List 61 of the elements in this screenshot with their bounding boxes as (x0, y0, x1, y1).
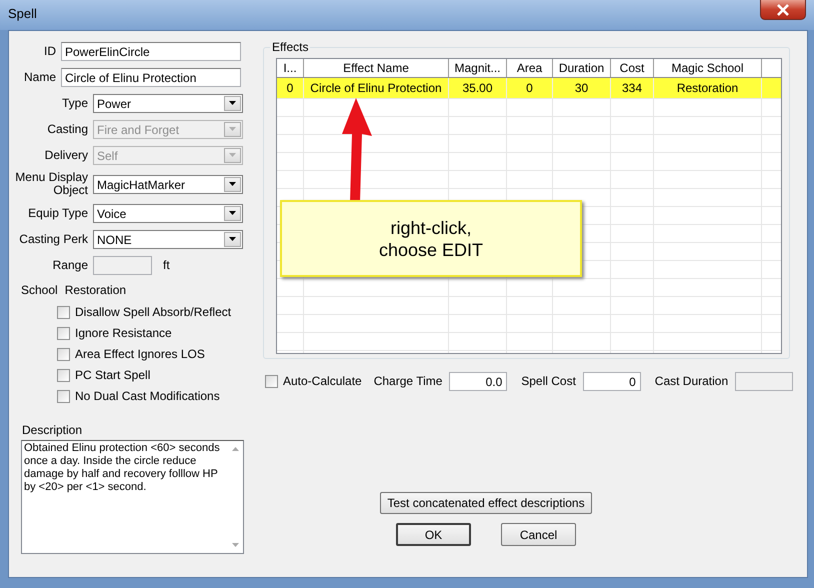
unit-label: ft (163, 258, 170, 272)
table-cell: 334 (611, 78, 654, 98)
text-field[interactable]: Circle of Elinu Protection (61, 68, 241, 86)
table-cell: 30 (553, 78, 611, 98)
caret-icon (229, 153, 236, 157)
field-label: ID (43, 44, 56, 58)
caret-icon (229, 127, 236, 131)
caret-icon (229, 182, 236, 186)
field-label: Casting Perk (18, 232, 88, 246)
checkbox[interactable] (57, 306, 70, 318)
group-title: Effects (270, 40, 310, 54)
table-cell: 35.00 (449, 78, 507, 98)
field-label: School (21, 283, 58, 297)
dialog-button[interactable]: OK (396, 523, 471, 546)
dropdown[interactable]: NONE (93, 230, 243, 248)
field-label: Description (22, 423, 84, 437)
caret-icon (229, 101, 236, 105)
caret-icon (229, 237, 236, 241)
table-row[interactable]: 0 Circle of Elinu Protection 35.00 0 30 334 Restoration (277, 78, 781, 99)
caret-icon (229, 211, 236, 215)
field-label: Range (52, 258, 88, 272)
dropdown[interactable]: MagicHatMarker (93, 174, 243, 194)
field-label: Equip Type (27, 206, 88, 220)
field-value: Restoration (64, 283, 126, 297)
close-button[interactable] (760, 0, 806, 20)
checkbox[interactable] (57, 348, 70, 360)
number-field[interactable]: 0 (582, 372, 641, 390)
checkbox-label: Ignore Resistance (75, 326, 172, 340)
field-label: Casting (46, 122, 88, 136)
table-cell: 0 (277, 78, 304, 98)
scroll-down-icon[interactable] (232, 543, 239, 547)
number-field[interactable]: 0.0 (449, 372, 508, 390)
checkbox-label: No Dual Cast Modifications (75, 389, 220, 403)
text-field[interactable]: PowerElinCircle (61, 42, 241, 60)
dialog-button[interactable]: Cancel (501, 523, 576, 546)
field-label: Type (60, 96, 88, 110)
close-icon (776, 4, 790, 16)
checkbox-label: Disallow Spell Absorb/Reflect (75, 305, 232, 319)
field-label: Name (22, 70, 56, 84)
field-label: Menu Display Object (14, 171, 88, 197)
checkbox-label: Auto-Calculate (283, 374, 362, 388)
test-button[interactable]: Test concatenated effect descriptions (380, 492, 592, 514)
checkbox-label: Area Effect Ignores LOS (75, 347, 205, 361)
description-field[interactable]: Obtained Elinu protection <60> seconds once a day. Inside the circle reduce damage by half and recovery folllow HP by <20> per <1> second. (21, 440, 244, 554)
checkbox-label: PC Start Spell (75, 368, 150, 382)
checkbox[interactable] (57, 368, 70, 382)
scroll-up-icon[interactable] (232, 447, 239, 451)
table-cell: 0 (507, 78, 553, 98)
dropdown[interactable]: Voice (93, 204, 243, 222)
table-cell: Restoration (654, 78, 762, 98)
checkbox[interactable] (57, 390, 70, 402)
checkbox[interactable] (57, 326, 70, 340)
field-label: Spell Cost (521, 374, 576, 388)
field-label: Delivery (44, 148, 88, 162)
callout-note: right-click, choose EDIT (280, 200, 582, 277)
window-title: Spell (8, 6, 37, 21)
field-label: Charge Time (374, 374, 442, 388)
table-cell: Circle of Elinu Protection (304, 78, 449, 98)
checkbox[interactable] (265, 374, 278, 388)
dropdown[interactable]: Power (93, 94, 243, 112)
field-label: Cast Duration (654, 374, 728, 388)
